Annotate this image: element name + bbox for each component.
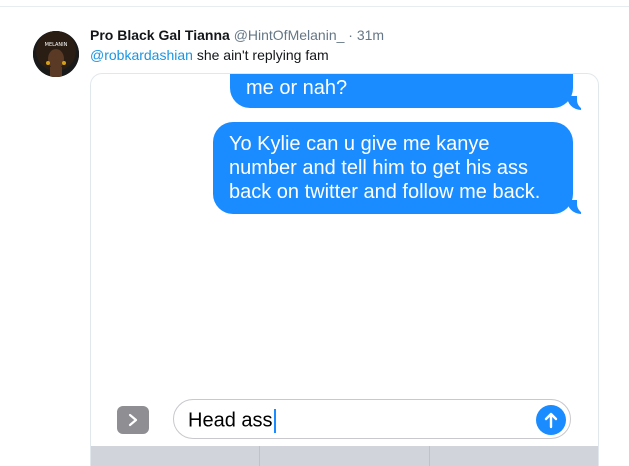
keyboard-top [91,446,598,466]
tweet-image[interactable]: me or nah? Yo Kylie can u give me kanye … [90,73,599,466]
keyboard-divider [429,446,430,466]
afro-woman-avatar-icon: MELANIN [33,31,79,77]
tweet-body: she ain't replying fam [192,47,329,63]
mention-link[interactable]: @robkardashian [90,47,193,63]
expand-apps-button[interactable] [117,406,149,434]
arrow-up-icon [544,412,558,429]
message-input-value: Head ass [188,409,273,432]
timeline-divider [0,6,629,7]
message-text: Yo Kylie can u give me kanye number and … [229,133,541,203]
send-button[interactable] [536,405,566,435]
svg-text:MELANIN: MELANIN [45,42,68,48]
message-input[interactable]: Head ass [173,399,571,439]
avatar[interactable]: MELANIN [33,31,79,77]
separator-dot: · [348,27,353,43]
keyboard-divider [259,446,260,466]
display-name[interactable]: Pro Black Gal Tianna [90,27,230,43]
tweet-header: Pro Black Gal Tianna @HintOfMelanin_ · 3… [90,27,384,43]
message-text: me or nah? [246,77,348,99]
tweet-text: @robkardashian she ain't replying fam [90,47,329,63]
tweet-timestamp[interactable]: 31m [357,27,384,43]
message-bubble: me or nah? [230,74,573,108]
chevron-right-icon [128,413,138,427]
message-bubble: Yo Kylie can u give me kanye number and … [213,122,573,214]
user-handle[interactable]: @HintOfMelanin_ [234,27,345,43]
text-caret [273,409,276,433]
